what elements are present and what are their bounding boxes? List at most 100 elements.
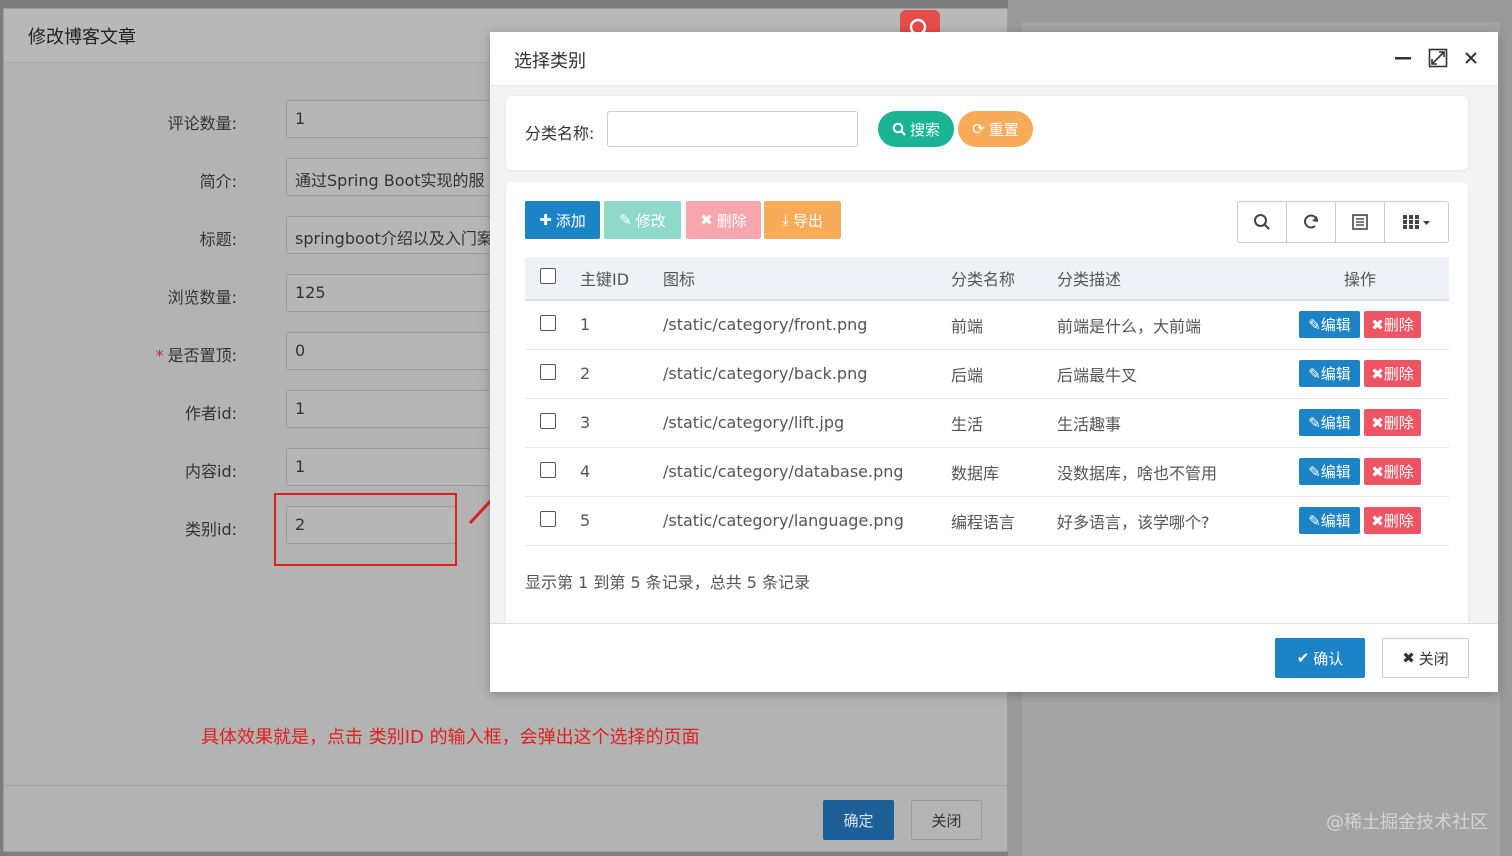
row-checkbox[interactable] bbox=[540, 314, 556, 331]
modal-window-controls bbox=[1394, 48, 1480, 68]
row-edit-button[interactable]: ✎ 编辑 bbox=[1299, 507, 1360, 534]
highlight-box bbox=[274, 493, 457, 566]
outer-close-button[interactable]: 关闭 bbox=[911, 800, 982, 840]
row-checkbox[interactable] bbox=[540, 412, 556, 429]
row-delete-label: 删除 bbox=[1383, 414, 1414, 432]
row-edit-button[interactable]: ✎ 编辑 bbox=[1299, 311, 1360, 339]
column-header-desc[interactable]: 分类描述 bbox=[1057, 257, 1289, 301]
edit-icon: ✎ bbox=[1308, 364, 1321, 383]
row-checkbox[interactable] bbox=[540, 461, 556, 478]
row-icon-path: /static/category/language.png bbox=[663, 496, 951, 546]
row-id: 5 bbox=[580, 496, 663, 546]
reset-button-label: 重置 bbox=[988, 120, 1019, 139]
table-row[interactable]: 3 /static/category/lift.jpg 生活 生活趣事 ✎ 编辑 ✖… bbox=[525, 398, 1449, 448]
close-icon[interactable] bbox=[1462, 48, 1480, 68]
is-top-label-text: 是否置顶: bbox=[167, 346, 237, 365]
row-edit-label: 编辑 bbox=[1320, 414, 1351, 432]
row-delete-button[interactable]: ✖ 删除 bbox=[1364, 360, 1421, 387]
row-delete-button[interactable]: ✖ 删除 bbox=[1364, 409, 1421, 436]
is-top-input[interactable]: 0 bbox=[286, 332, 516, 370]
required-mark: * bbox=[155, 346, 164, 365]
edit-icon: ✎ bbox=[1308, 413, 1321, 432]
table-tools bbox=[1237, 201, 1449, 243]
close-icon: ✖ bbox=[1402, 649, 1415, 667]
row-delete-button[interactable]: ✖ 删除 bbox=[1364, 311, 1421, 339]
row-desc: 好多语言，该学哪个? bbox=[1057, 496, 1289, 546]
title-label: 标题: bbox=[199, 230, 237, 249]
row-id: 4 bbox=[580, 447, 663, 497]
add-button-label: 添加 bbox=[555, 211, 586, 230]
row-icon-path: /static/category/database.png bbox=[663, 447, 951, 497]
title-input[interactable]: springboot介绍以及入门案 bbox=[286, 216, 516, 254]
row-delete-button[interactable]: ✖ 删除 bbox=[1364, 458, 1421, 485]
reset-button[interactable]: ⟳ 重置 bbox=[958, 111, 1033, 147]
select-all-checkbox[interactable] bbox=[540, 268, 556, 284]
author-id-input[interactable]: 1 bbox=[286, 390, 516, 428]
select-category-modal: 选择类别 分类名称: 搜索 ⟳ 重置 ✚ 添加 ✎ 修改 ✖ 删除 ⤓ 导出 主… bbox=[490, 32, 1498, 692]
edit-icon: ✎ bbox=[619, 211, 632, 229]
column-header-icon[interactable]: 图标 bbox=[663, 257, 951, 301]
table-row[interactable]: 4 /static/category/database.png 数据库 没数据库… bbox=[525, 447, 1449, 497]
row-id: 3 bbox=[580, 398, 663, 448]
close-button-label: 关闭 bbox=[1418, 649, 1449, 668]
download-icon: ⤓ bbox=[782, 211, 789, 229]
row-checkbox[interactable] bbox=[540, 363, 556, 380]
row-desc: 前端是什么，大前端 bbox=[1057, 300, 1289, 350]
check-icon: ✔ bbox=[1296, 649, 1310, 667]
watermark: @稀土掘金技术社区 bbox=[1326, 812, 1488, 833]
row-desc: 没数据库，啥也不管用 bbox=[1057, 447, 1289, 497]
export-button[interactable]: ⤓ 导出 bbox=[764, 201, 841, 239]
search-button[interactable]: 搜索 bbox=[878, 111, 954, 147]
refresh-icon[interactable] bbox=[1287, 202, 1337, 242]
delete-button[interactable]: ✖ 删除 bbox=[686, 201, 761, 239]
row-id: 1 bbox=[580, 300, 663, 350]
add-button[interactable]: ✚ 添加 bbox=[525, 201, 600, 239]
view-count-input[interactable]: 125 bbox=[286, 274, 516, 312]
edit-icon: ✎ bbox=[1308, 315, 1321, 334]
row-name: 后端 bbox=[951, 349, 1057, 399]
row-name: 生活 bbox=[951, 398, 1057, 448]
table-header-row: 主键ID 图标 分类名称 分类描述 操作 bbox=[525, 257, 1449, 301]
table-row[interactable]: 2 /static/category/back.png 后端 后端最牛叉 ✎ 编辑… bbox=[525, 349, 1449, 399]
plus-icon: ✚ bbox=[539, 211, 552, 229]
list-icon[interactable] bbox=[1336, 202, 1386, 242]
columns-dropdown-icon[interactable] bbox=[1385, 202, 1448, 242]
summary-label: 简介: bbox=[199, 172, 237, 191]
author-id-label: 作者id: bbox=[185, 404, 237, 423]
table-panel: ✚ 添加 ✎ 修改 ✖ 删除 ⤓ 导出 主键ID 图标 分类名称 分类描述 操作… bbox=[506, 182, 1468, 628]
outer-confirm-button[interactable]: 确定 bbox=[823, 800, 894, 840]
row-delete-button[interactable]: ✖ 删除 bbox=[1364, 507, 1421, 534]
close-icon: ✖ bbox=[1371, 364, 1384, 383]
category-id-label: 类别id: bbox=[185, 520, 237, 539]
is-top-label: * 是否置顶: bbox=[156, 342, 237, 366]
column-header-name[interactable]: 分类名称 bbox=[951, 257, 1057, 301]
summary-input[interactable]: 通过Spring Boot实现的服 bbox=[286, 158, 516, 196]
category-name-input[interactable] bbox=[607, 111, 858, 147]
confirm-button[interactable]: ✔ 确认 bbox=[1275, 638, 1365, 678]
search-panel: 分类名称: 搜索 ⟳ 重置 bbox=[506, 96, 1468, 170]
table-row[interactable]: 5 /static/category/language.png 编程语言 好多语… bbox=[525, 496, 1449, 546]
search-toggle-icon[interactable] bbox=[1238, 202, 1288, 242]
row-checkbox[interactable] bbox=[540, 510, 556, 527]
table-row[interactable]: 1 /static/category/front.png 前端 前端是什么，大前… bbox=[525, 300, 1449, 350]
column-header-id[interactable]: 主键ID bbox=[580, 257, 663, 301]
row-name: 数据库 bbox=[951, 447, 1057, 497]
row-edit-button[interactable]: ✎ 编辑 bbox=[1299, 458, 1360, 485]
row-desc: 后端最牛叉 bbox=[1057, 349, 1289, 399]
edit-button[interactable]: ✎ 修改 bbox=[604, 201, 681, 239]
content-id-input[interactable]: 1 bbox=[286, 448, 516, 486]
close-button[interactable]: ✖ 关闭 bbox=[1382, 638, 1469, 678]
maximize-icon[interactable] bbox=[1428, 48, 1448, 68]
row-delete-label: 删除 bbox=[1383, 316, 1414, 335]
row-edit-button[interactable]: ✎ 编辑 bbox=[1299, 360, 1360, 387]
search-icon bbox=[892, 122, 906, 136]
close-icon: ✖ bbox=[1371, 315, 1384, 334]
delete-button-label: 删除 bbox=[716, 211, 747, 230]
row-edit-label: 编辑 bbox=[1320, 512, 1351, 530]
export-button-label: 导出 bbox=[792, 211, 823, 230]
row-delete-label: 删除 bbox=[1383, 365, 1414, 383]
edit-icon: ✎ bbox=[1308, 462, 1321, 481]
comment-count-input[interactable]: 1 bbox=[286, 100, 516, 138]
row-edit-button[interactable]: ✎ 编辑 bbox=[1299, 409, 1360, 436]
minimize-icon[interactable] bbox=[1394, 48, 1412, 68]
